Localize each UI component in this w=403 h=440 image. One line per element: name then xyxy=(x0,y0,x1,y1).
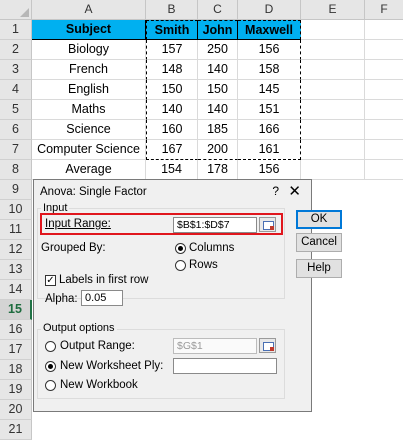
row-header-20[interactable]: 20 xyxy=(0,400,32,420)
alpha-label: Alpha: xyxy=(45,293,78,305)
subject-cell[interactable]: Maths xyxy=(32,100,146,120)
help-question-icon[interactable]: ? xyxy=(272,184,279,198)
range-select-arrow-icon xyxy=(270,226,274,230)
columns-radio[interactable] xyxy=(175,243,186,254)
row-header-9[interactable]: 9 xyxy=(0,180,32,200)
row-header-1[interactable]: 1 xyxy=(0,20,32,40)
row-header-18[interactable]: 18 xyxy=(0,360,32,380)
header-cell-smith[interactable]: Smith xyxy=(146,20,198,40)
value-cell[interactable]: 156 xyxy=(238,40,301,60)
value-cell[interactable]: 167 xyxy=(146,140,198,160)
grouped-by-label: Grouped By: xyxy=(41,242,106,254)
column-header-f[interactable]: F xyxy=(365,0,403,20)
labels-first-row-checkbox[interactable]: ✓ xyxy=(45,275,56,286)
value-cell[interactable]: 166 xyxy=(238,120,301,140)
rows-radio-label[interactable]: Rows xyxy=(189,259,218,271)
input-range-label-text: Input Range: xyxy=(45,218,111,230)
row-header-3[interactable]: 3 xyxy=(0,60,32,80)
output-range-radio[interactable] xyxy=(45,341,56,352)
value-cell[interactable]: 140 xyxy=(198,100,238,120)
output-range-collapse-button[interactable] xyxy=(259,338,276,353)
value-cell[interactable]: 200 xyxy=(198,140,238,160)
output-section-label: Output options xyxy=(41,322,117,334)
subject-cell[interactable]: Science xyxy=(32,120,146,140)
row-header-13[interactable]: 13 xyxy=(0,260,32,280)
header-cell-maxwell[interactable]: Maxwell xyxy=(238,20,301,40)
new-workbook-label[interactable]: New Workbook xyxy=(60,379,138,391)
select-all-corner[interactable] xyxy=(0,0,32,20)
row-header-11[interactable]: 11 xyxy=(0,220,32,240)
labels-first-row-label[interactable]: Labels in first row xyxy=(59,274,148,286)
value-cell[interactable]: 160 xyxy=(146,120,198,140)
row-header-4[interactable]: 4 xyxy=(0,80,32,100)
row-header-5[interactable]: 5 xyxy=(0,100,32,120)
output-range-field[interactable]: $G$1 xyxy=(173,338,257,354)
row-header-12[interactable]: 12 xyxy=(0,240,32,260)
average-value-cell[interactable]: 156 xyxy=(238,160,301,180)
select-all-triangle-icon xyxy=(20,8,29,17)
header-cell-subject[interactable]: Subject xyxy=(32,20,146,40)
new-worksheet-ply-label[interactable]: New Worksheet Ply: xyxy=(60,360,163,372)
row-header-14[interactable]: 14 xyxy=(0,280,32,300)
range-select-arrow-icon xyxy=(270,347,274,351)
value-cell[interactable]: 150 xyxy=(146,80,198,100)
subject-cell[interactable]: French xyxy=(32,60,146,80)
value-cell[interactable]: 250 xyxy=(198,40,238,60)
average-label-cell[interactable]: Average xyxy=(32,160,146,180)
value-cell[interactable]: 158 xyxy=(238,60,301,80)
value-cell[interactable]: 140 xyxy=(198,60,238,80)
new-worksheet-ply-field[interactable] xyxy=(173,358,277,374)
subject-cell[interactable]: English xyxy=(32,80,146,100)
rows-radio[interactable] xyxy=(175,260,186,271)
anova-dialog: Anova: Single Factor ? ✕ Input Input Ran… xyxy=(33,179,342,412)
column-header-b[interactable]: B xyxy=(146,0,198,20)
value-cell[interactable]: 151 xyxy=(238,100,301,120)
header-cell-john[interactable]: John xyxy=(198,20,238,40)
column-header-d[interactable]: D xyxy=(238,0,301,20)
column-header-a[interactable]: A xyxy=(32,0,146,20)
close-icon[interactable]: ✕ xyxy=(288,182,301,200)
value-cell[interactable]: 161 xyxy=(238,140,301,160)
row-header-16[interactable]: 16 xyxy=(0,320,32,340)
cancel-button[interactable]: Cancel xyxy=(296,233,342,252)
alpha-field[interactable]: 0.05 xyxy=(81,290,123,306)
row-header-2[interactable]: 2 xyxy=(0,40,32,60)
new-worksheet-ply-radio[interactable] xyxy=(45,361,56,372)
new-workbook-radio[interactable] xyxy=(45,380,56,391)
value-cell[interactable]: 145 xyxy=(238,80,301,100)
column-header-c[interactable]: C xyxy=(198,0,238,20)
empty-column-e[interactable] xyxy=(301,20,365,180)
ok-button[interactable]: OK xyxy=(296,210,342,229)
dialog-title: Anova: Single Factor xyxy=(40,186,147,198)
input-range-field[interactable]: $B$1:$D$7 xyxy=(173,217,257,233)
average-value-cell[interactable]: 178 xyxy=(198,160,238,180)
empty-column-f[interactable] xyxy=(365,20,403,180)
value-cell[interactable]: 140 xyxy=(146,100,198,120)
row-header-6[interactable]: 6 xyxy=(0,120,32,140)
input-range-label: Input Range: xyxy=(45,218,111,230)
columns-radio-label[interactable]: Columns xyxy=(189,242,234,254)
subject-cell[interactable]: Biology xyxy=(32,40,146,60)
help-button[interactable]: Help xyxy=(296,259,342,278)
row-header-8[interactable]: 8 xyxy=(0,160,32,180)
output-range-label[interactable]: Output Range: xyxy=(60,340,135,352)
average-value-cell[interactable]: 154 xyxy=(146,160,198,180)
value-cell[interactable]: 157 xyxy=(146,40,198,60)
row-header-17[interactable]: 17 xyxy=(0,340,32,360)
input-range-collapse-button[interactable] xyxy=(259,217,276,232)
row-header-15[interactable]: 15 xyxy=(0,300,32,320)
column-header-e[interactable]: E xyxy=(301,0,365,20)
subject-cell[interactable]: Computer Science xyxy=(32,140,146,160)
row-header-10[interactable]: 10 xyxy=(0,200,32,220)
value-cell[interactable]: 148 xyxy=(146,60,198,80)
row-header-19[interactable]: 19 xyxy=(0,380,32,400)
value-cell[interactable]: 150 xyxy=(198,80,238,100)
row-header-21[interactable]: 21 xyxy=(0,420,32,440)
value-cell[interactable]: 185 xyxy=(198,120,238,140)
row-header-7[interactable]: 7 xyxy=(0,140,32,160)
